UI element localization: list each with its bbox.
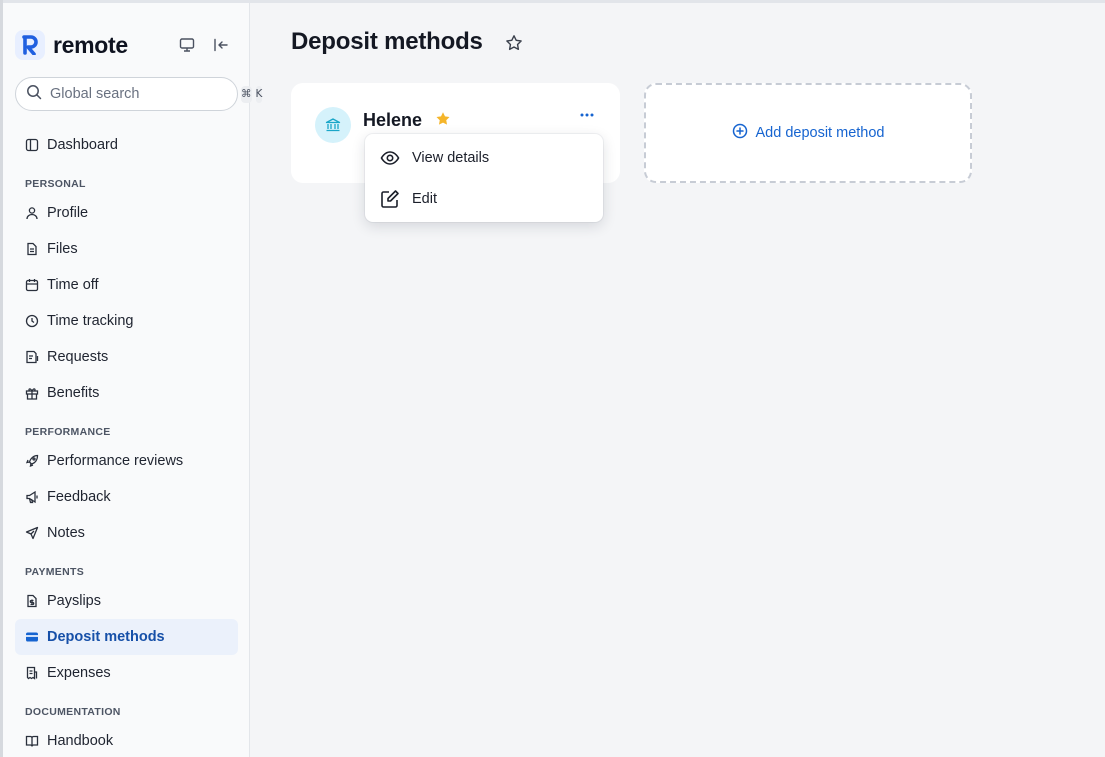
receipt-icon [25,666,39,680]
search-input[interactable] [50,86,237,102]
sidebar-item-label: Profile [47,205,89,221]
sidebar-item-deposit-methods[interactable]: Deposit methods [15,619,238,655]
add-deposit-method-button[interactable]: Add deposit method [644,83,972,183]
brand-name: remote [53,31,128,58]
sidebar-item-performance-reviews[interactable]: Performance reviews [15,443,238,479]
sidebar-item-handbook[interactable]: Handbook [15,723,238,757]
megaphone-icon [25,490,39,504]
dashboard-icon [25,138,39,152]
gift-icon [25,386,39,400]
monitor-icon[interactable] [176,34,198,56]
menu-item-label: View details [412,150,490,166]
add-deposit-method-label: Add deposit method [755,125,885,141]
primary-star-icon [435,111,451,127]
sidebar-item-label: Performance reviews [47,453,184,469]
section-label-performance: PERFORMANCE [25,426,111,438]
sidebar-item-time-off[interactable]: Time off [15,267,238,303]
favorite-star-icon[interactable] [504,33,524,53]
user-icon [25,206,39,220]
sidebar-item-profile[interactable]: Profile [15,195,238,231]
sidebar-item-label: Feedback [47,489,111,505]
eye-icon [379,147,401,169]
book-icon [25,734,39,748]
sidebar-item-label: Files [47,241,78,257]
send-icon [25,526,39,540]
requests-icon [25,350,39,364]
shortcut-key-cmd: ⌘ [241,85,252,103]
brand[interactable]: remote [15,30,128,60]
collapse-sidebar-icon[interactable] [210,34,232,56]
card-icon [25,630,39,644]
file-icon [25,242,39,256]
search-icon [26,84,42,105]
sidebar: remote ⌘ K Dashboard PERSONAL Profile Fi… [3,3,263,757]
sidebar-item-label: Payslips [47,593,101,609]
add-circle-icon [732,123,748,144]
bank-icon [315,107,351,143]
sidebar-item-requests[interactable]: Requests [15,339,238,375]
sidebar-item-files[interactable]: Files [15,231,238,267]
section-label-personal: PERSONAL [25,178,86,190]
context-menu: View details Edit [365,134,603,222]
remote-logo-icon [15,30,45,60]
page-title: Deposit methods [291,28,483,55]
menu-item-edit[interactable]: Edit [365,179,603,219]
sidebar-item-label: Deposit methods [47,629,165,645]
sidebar-item-label: Benefits [47,385,100,401]
rocket-icon [25,454,39,468]
clock-icon [25,314,39,328]
sidebar-item-label: Notes [47,525,85,541]
sidebar-item-label: Expenses [47,665,111,681]
menu-item-label: Edit [412,191,437,207]
section-label-payments: PAYMENTS [25,566,84,578]
sidebar-item-time-tracking[interactable]: Time tracking [15,303,238,339]
payslip-icon [25,594,39,608]
sidebar-item-label: Time tracking [47,313,134,329]
sidebar-item-label: Requests [47,349,109,365]
edit-icon [379,188,401,210]
sidebar-item-benefits[interactable]: Benefits [15,375,238,411]
sidebar-item-dashboard[interactable]: Dashboard [15,127,238,163]
shortcut-key-k: K [255,85,263,103]
global-search[interactable]: ⌘ K [15,77,263,111]
calendar-icon [25,278,39,292]
sidebar-item-expenses[interactable]: Expenses [15,655,238,691]
section-label-documentation: DOCUMENTATION [25,706,121,718]
menu-item-view-details[interactable]: View details [365,138,603,178]
deposit-method-name: Helene [363,110,423,130]
sidebar-item-feedback[interactable]: Feedback [15,479,238,515]
sidebar-item-label: Handbook [47,733,114,749]
sidebar-item-notes[interactable]: Notes [15,515,238,551]
sidebar-item-payslips[interactable]: Payslips [15,583,238,619]
sidebar-item-label: Time off [47,277,99,293]
sidebar-item-label: Dashboard [47,137,118,153]
more-options-icon[interactable] [575,107,599,123]
